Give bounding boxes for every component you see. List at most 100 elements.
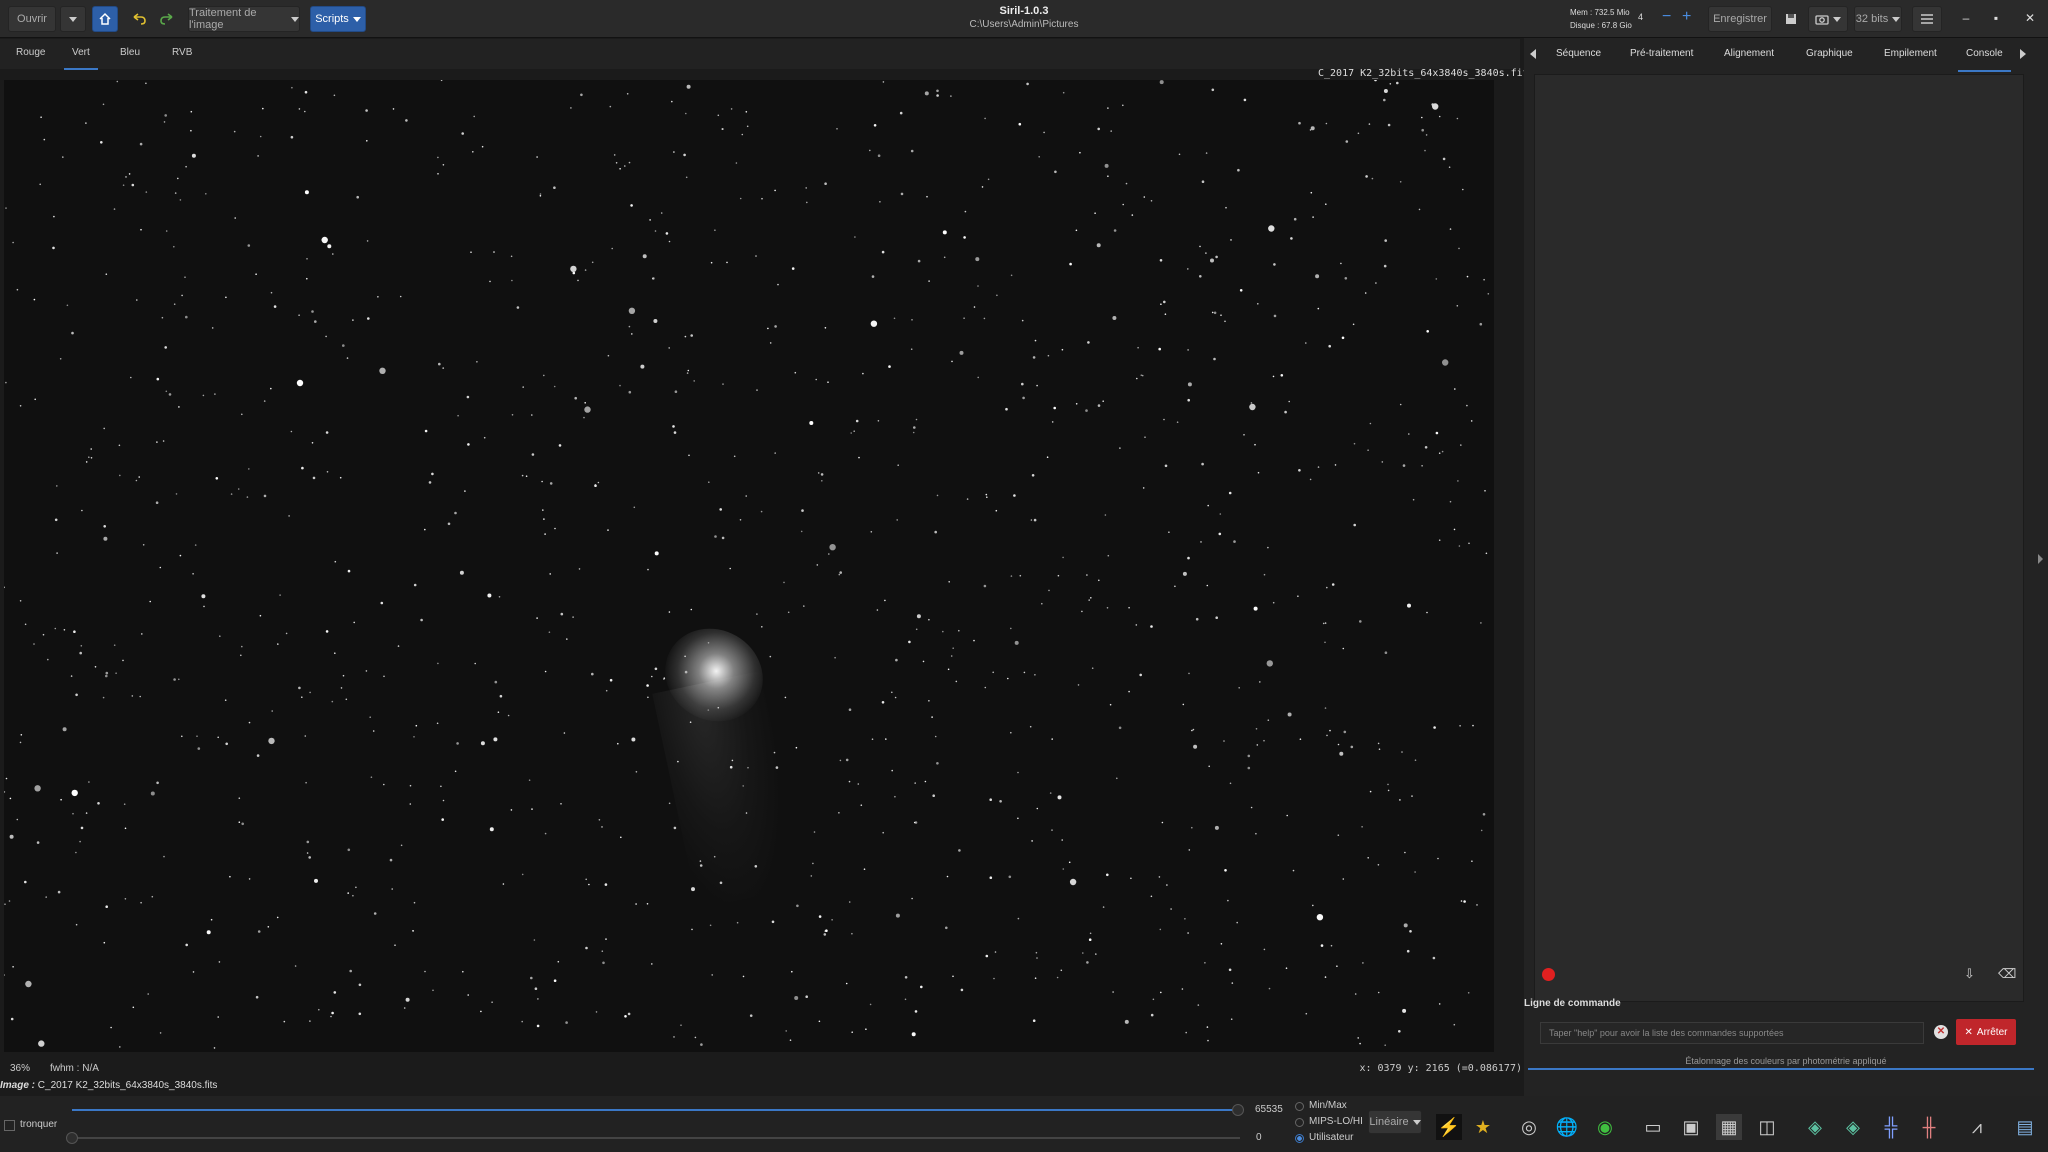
- star: [234, 217, 236, 219]
- photo-icon[interactable]: ▣: [1678, 1114, 1704, 1140]
- plot-icon[interactable]: ⩘: [1964, 1114, 1990, 1140]
- star: [604, 883, 608, 886]
- star: [1403, 923, 1408, 928]
- tab-blue[interactable]: Bleu: [120, 47, 140, 58]
- minimize-icon[interactable]: –: [1958, 10, 1974, 26]
- clip-checkbox[interactable]: [4, 1120, 15, 1131]
- stretch-mode-select[interactable]: Linéaire: [1368, 1110, 1422, 1134]
- radio-mips[interactable]: [1295, 1118, 1304, 1127]
- bit-depth-menu[interactable]: 32 bits: [1854, 6, 1902, 32]
- redo-button[interactable]: [154, 6, 180, 32]
- panel-collapse-icon[interactable]: [2038, 554, 2043, 564]
- star: [839, 571, 842, 574]
- low-slider-handle[interactable]: [66, 1132, 78, 1144]
- radio-minmax[interactable]: [1295, 1102, 1304, 1111]
- star: [1284, 410, 1287, 414]
- star: [1164, 313, 1167, 315]
- ruler-icon[interactable]: ◈: [1802, 1114, 1828, 1140]
- low-slider-track[interactable]: [72, 1137, 1240, 1139]
- image-viewport[interactable]: [4, 80, 1494, 1052]
- memory-disk-info: Mem : 732.5 Mio Disque : 67.8 Gio: [1570, 6, 1632, 32]
- plus-icon[interactable]: +: [1682, 8, 1691, 26]
- star: [601, 826, 603, 828]
- star: [521, 474, 524, 477]
- star: [542, 509, 544, 511]
- star: [1230, 239, 1232, 241]
- star: [605, 689, 608, 692]
- undo-button[interactable]: [126, 6, 152, 32]
- star-icon[interactable]: ★: [1470, 1114, 1496, 1140]
- star: [577, 279, 579, 282]
- star: [628, 390, 632, 394]
- rotate-icon[interactable]: ◈: [1840, 1114, 1866, 1140]
- target-icon[interactable]: ◉: [1592, 1114, 1618, 1140]
- home-button[interactable]: [92, 6, 118, 32]
- console-log[interactable]: [1534, 74, 2024, 1002]
- tab-red[interactable]: Rouge: [16, 47, 45, 58]
- star: [827, 381, 829, 384]
- star: [218, 961, 221, 963]
- star: [353, 621, 356, 624]
- mirror-x-icon[interactable]: ╬: [1878, 1114, 1904, 1140]
- star: [510, 809, 513, 811]
- close-icon[interactable]: ✕: [2022, 10, 2038, 26]
- mirror-y-icon[interactable]: ╫: [1916, 1114, 1942, 1140]
- display-icon[interactable]: ▤: [2012, 1114, 2038, 1140]
- tab-sequence[interactable]: Séquence: [1556, 48, 1601, 59]
- command-input[interactable]: [1540, 1022, 1924, 1044]
- star: [437, 662, 439, 665]
- open-dropdown-button[interactable]: [60, 6, 86, 32]
- high-slider-track[interactable]: [72, 1109, 1240, 1111]
- star: [8, 900, 11, 902]
- auto-stretch-icon[interactable]: ⚡: [1436, 1114, 1462, 1140]
- star: [794, 371, 797, 374]
- star: [56, 485, 58, 487]
- tab-plot[interactable]: Graphique: [1806, 48, 1853, 59]
- save-as-button[interactable]: [1778, 6, 1804, 32]
- star: [1191, 729, 1193, 732]
- clear-log-icon[interactable]: ⌫: [1998, 966, 2016, 982]
- tab-preprocessing[interactable]: Pré-traitement: [1630, 48, 1693, 59]
- minus-icon[interactable]: −: [1662, 8, 1671, 26]
- tab-console[interactable]: Console: [1958, 48, 2011, 72]
- globe-icon[interactable]: 🌐: [1554, 1114, 1580, 1140]
- stop-button[interactable]: ✕ Arrêter: [1956, 1019, 2016, 1045]
- grid-icon[interactable]: ▦: [1716, 1114, 1742, 1140]
- tabs-scroll-right-icon[interactable]: [2020, 49, 2026, 59]
- stretch-mode-label: Linéaire: [1369, 1116, 1409, 1128]
- open-button[interactable]: Ouvrir: [8, 6, 56, 32]
- star: [1029, 725, 1032, 728]
- tab-rgb[interactable]: RVB: [172, 47, 192, 58]
- image-processing-menu[interactable]: Traitement de l'image: [188, 6, 300, 32]
- star: [871, 275, 875, 278]
- star: [1383, 89, 1388, 93]
- star: [914, 1010, 918, 1013]
- clear-input-icon[interactable]: ✕: [1934, 1025, 1948, 1039]
- star: [141, 633, 143, 635]
- star: [1312, 904, 1314, 907]
- star: [1309, 478, 1312, 481]
- bit-depth-label: 32 bits: [1855, 13, 1889, 25]
- tab-registration[interactable]: Alignement: [1724, 48, 1774, 59]
- star: [1352, 323, 1355, 326]
- main-menu-button[interactable]: [1912, 6, 1942, 32]
- color-wheel-icon[interactable]: ◎: [1516, 1114, 1542, 1140]
- star: [203, 605, 205, 608]
- star: [150, 791, 155, 796]
- star: [785, 1030, 787, 1032]
- scripts-menu[interactable]: Scripts: [310, 6, 366, 32]
- radio-user[interactable]: [1295, 1134, 1304, 1143]
- star: [549, 482, 553, 485]
- high-slider-handle[interactable]: [1232, 1104, 1244, 1116]
- star: [838, 812, 840, 814]
- tabs-scroll-left-icon[interactable]: [1530, 49, 1536, 59]
- histogram-icon[interactable]: ▭: [1640, 1114, 1666, 1140]
- snapshot-menu[interactable]: [1808, 6, 1848, 32]
- save-log-icon[interactable]: ⇩: [1964, 966, 1982, 982]
- save-button[interactable]: Enregistrer: [1708, 6, 1772, 32]
- tab-green[interactable]: Vert: [64, 47, 98, 70]
- star: [54, 518, 58, 522]
- maximize-icon[interactable]: ▪: [1988, 10, 2004, 26]
- tab-stacking[interactable]: Empilement: [1884, 48, 1937, 59]
- layer-icon[interactable]: ◫: [1754, 1114, 1780, 1140]
